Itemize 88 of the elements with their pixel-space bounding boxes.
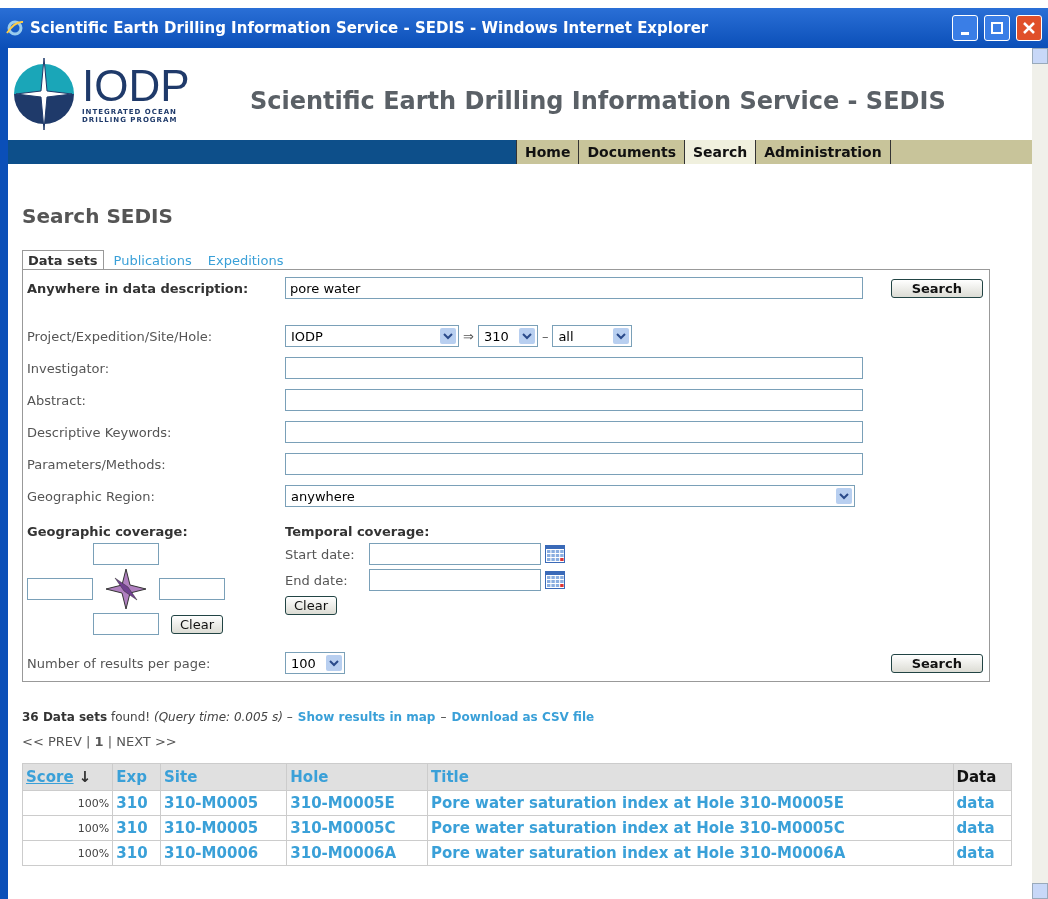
- field-label: Geographic Region:: [27, 488, 156, 504]
- clear-button[interactable]: Clear: [285, 596, 337, 615]
- results-summary: 36 Data sets found! (Query time: 0.005 s) –: [22, 710, 293, 724]
- search-field[interactable]: pore water: [285, 277, 863, 299]
- dropdown[interactable]: anywhere: [285, 485, 855, 507]
- field-label: Number of results per page:: [27, 655, 212, 671]
- input-field[interactable]: [285, 421, 863, 443]
- table-link[interactable]: data: [953, 815, 1012, 841]
- dropdown[interactable]: all: [552, 325, 633, 347]
- field-label: Abstract:: [27, 392, 87, 408]
- input-field[interactable]: [285, 357, 863, 379]
- page-heading: Search SEDIS: [22, 204, 174, 228]
- minimize-button[interactable]: [952, 15, 978, 41]
- dropdown-caret-icon[interactable]: [613, 328, 630, 344]
- table-link[interactable]: 310-M0005: [160, 815, 287, 841]
- input-field[interactable]: [93, 613, 159, 635]
- table-link[interactable]: 310: [112, 790, 161, 816]
- browser-icon: [6, 19, 24, 37]
- scroll-up-button[interactable]: [1032, 48, 1048, 64]
- nav-item[interactable]: Search: [684, 140, 756, 164]
- window-title: Scientific Earth Drilling Information Service - SEDIS - Windows Internet Explorer: [30, 19, 710, 37]
- table-link[interactable]: 310-M0005: [160, 790, 287, 816]
- table-link[interactable]: 310-M0006A: [286, 840, 428, 866]
- field-label: Start date:: [285, 546, 356, 562]
- link[interactable]: Download as CSV file: [451, 710, 595, 724]
- field-label: End date:: [285, 572, 349, 588]
- input-field[interactable]: [93, 543, 159, 565]
- field-label: Project/Expedition/Site/Hole:: [27, 328, 214, 344]
- dropdown[interactable]: 310: [477, 325, 538, 347]
- column-header[interactable]: Title: [427, 763, 953, 791]
- field-label: Parameters/Methods:: [27, 456, 167, 472]
- column-header: Data: [953, 763, 1012, 791]
- dropdown-caret-icon[interactable]: [836, 488, 852, 504]
- section-label: Temporal coverage:: [285, 524, 431, 539]
- calendar-icon[interactable]: [545, 545, 565, 563]
- field-label: Anywhere in data description:: [27, 280, 250, 296]
- link[interactable]: Show results in map: [297, 710, 436, 724]
- logo-icon: [14, 58, 74, 130]
- minimize-icon: [961, 31, 969, 35]
- table-link[interactable]: Pore water saturation index at Hole 310-M0005C: [427, 815, 953, 841]
- logo-text: IODP: [82, 64, 190, 108]
- input-field[interactable]: [27, 578, 93, 600]
- table-link[interactable]: Pore water saturation index at Hole 310-M0005E: [427, 790, 953, 816]
- tab[interactable]: Data sets: [22, 250, 104, 270]
- dropdown-caret-icon[interactable]: [440, 328, 456, 344]
- scroll-down-button[interactable]: [1032, 883, 1048, 899]
- nav-item[interactable]: Administration: [755, 140, 891, 164]
- section-label: Geographic coverage:: [27, 524, 189, 539]
- column-header[interactable]: Site: [160, 763, 287, 791]
- table-cell: 100%: [22, 815, 113, 841]
- input-field[interactable]: [285, 453, 863, 475]
- table-link[interactable]: 310: [112, 840, 161, 866]
- table-cell: 100%: [22, 790, 113, 816]
- dropdown[interactable]: IODP: [285, 325, 459, 347]
- search-button[interactable]: Search: [890, 278, 983, 298]
- table-cell: 100%: [22, 840, 113, 866]
- calendar-icon[interactable]: [545, 571, 565, 589]
- site-title: Scientific Earth Drilling Information Service - SEDIS: [250, 87, 946, 115]
- table-link[interactable]: data: [953, 790, 1012, 816]
- dropdown-caret-icon[interactable]: [326, 655, 342, 671]
- date-field[interactable]: [369, 543, 541, 565]
- table-link[interactable]: data: [953, 840, 1012, 866]
- date-field[interactable]: [369, 569, 541, 591]
- column-header[interactable]: Exp: [112, 763, 161, 791]
- maximize-icon: [991, 22, 1003, 34]
- column-header[interactable]: Score ↓: [22, 763, 113, 791]
- table-link[interactable]: 310-M0006: [160, 840, 287, 866]
- column-header[interactable]: Hole: [286, 763, 428, 791]
- separator-text: –: [440, 710, 447, 724]
- separator-text: ⇒: [462, 328, 475, 344]
- compass-icon: [106, 569, 146, 609]
- close-button[interactable]: [1016, 15, 1042, 41]
- maximize-button[interactable]: [984, 15, 1010, 41]
- pagination[interactable]: << PREV | 1 | NEXT >>: [22, 734, 990, 749]
- clear-button[interactable]: Clear: [171, 615, 223, 634]
- field-label: Investigator:: [27, 360, 110, 376]
- dropdown[interactable]: 100: [285, 652, 345, 674]
- table-link[interactable]: 310-M0005E: [286, 790, 428, 816]
- search-button[interactable]: Search: [890, 653, 983, 673]
- input-field[interactable]: [159, 578, 225, 600]
- close-icon: [1023, 22, 1035, 34]
- table-link[interactable]: 310: [112, 815, 161, 841]
- field-label: Descriptive Keywords:: [27, 424, 173, 440]
- input-field[interactable]: [285, 389, 863, 411]
- table-link[interactable]: 310-M0005C: [286, 815, 428, 841]
- separator-text: –: [540, 328, 550, 344]
- table-link[interactable]: Pore water saturation index at Hole 310-M0006A: [427, 840, 953, 866]
- dropdown-caret-icon[interactable]: [518, 328, 535, 344]
